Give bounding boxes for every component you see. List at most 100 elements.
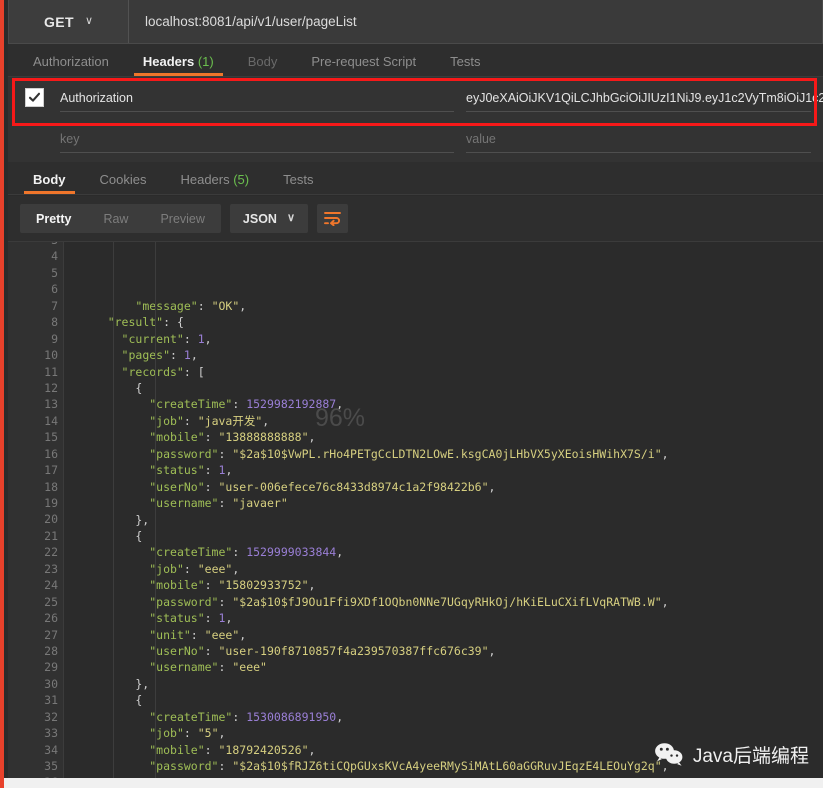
code-token [80,332,122,346]
code-token: , [219,726,226,740]
code-token: "java开发" [198,414,263,428]
view-mode-raw[interactable]: Raw [87,204,144,233]
word-wrap-toggle[interactable] [317,204,348,233]
view-mode-preview[interactable]: Preview [144,204,220,233]
line-number: 7 [8,298,63,314]
line-number: 8 [8,314,63,330]
code-token: "mobile" [149,578,204,592]
header-value-input[interactable]: eyJ0eXAiOiJKV1QiLCJhbGciOiJIUzI1NiJ9.eyJ… [466,77,823,118]
request-tab-tests[interactable]: Tests [433,55,497,76]
code-token: "current" [122,332,184,346]
code-token: : [170,348,184,362]
header-key-input[interactable]: Authorization [60,77,466,118]
response-json-code[interactable]: "message": "OK", "result": { "current": … [64,242,823,778]
http-method-selector[interactable]: GET ∨ [9,0,129,43]
line-number: 29 [8,659,63,675]
code-token: }, [80,513,149,527]
code-token [80,578,149,592]
line-number: 15 [8,429,63,445]
check-icon [28,91,41,104]
code-token: "userNo" [149,644,204,658]
line-number: 21 [8,528,63,544]
code-token: : [205,480,219,494]
code-token: "15802933752" [219,578,309,592]
code-token: }, [80,677,149,691]
code-token: , [225,463,232,477]
tab-count-badge: (5) [230,172,250,187]
code-token: { [80,529,142,543]
line-number: 4 [8,248,63,264]
code-token [80,348,122,362]
code-token [80,480,149,494]
code-token: , [239,628,246,642]
code-line: "job": "5", [80,725,823,741]
response-language-selector[interactable]: JSON ∨ [230,204,308,233]
line-number: 30 [8,676,63,692]
code-token: : [219,447,233,461]
response-view-mode-group: PrettyRawPreview [20,204,221,233]
request-tab-headers[interactable]: Headers (1) [126,55,231,76]
code-token [80,743,149,757]
response-tab-tests[interactable]: Tests [266,173,330,194]
code-line: "createTime": 1529999033844, [80,544,823,560]
code-token: : { [163,315,184,329]
code-token: , [662,447,669,461]
code-token: : [205,578,219,592]
request-url-input[interactable]: localhost:8081/api/v1/user/pageList [129,0,822,43]
response-tab-headers[interactable]: Headers (5) [163,173,266,194]
code-token: : [184,332,198,346]
code-token: : [184,726,198,740]
code-line: "password": "$2a$10$fJ9Ou1Ffi9XDf1OQbn0N… [80,594,823,610]
chevron-down-icon: ∨ [287,213,295,224]
code-token: : [ [184,365,205,379]
code-token: : [219,496,233,510]
code-token: "18792420526" [219,743,309,757]
code-token: : [219,759,233,773]
line-number: 12 [8,380,63,396]
code-line: "password": "$2a$10$fRJZ6tiCQpGUxsKVcA4y… [80,758,823,774]
code-token [80,611,149,625]
line-number: 26 [8,610,63,626]
header-row: Authorization eyJ0eXAiOiJKV1QiLCJhbGciOi… [8,77,823,118]
line-number: 31 [8,692,63,708]
request-tab-bar: AuthorizationHeaders (1)BodyPre-request … [8,44,823,77]
line-number: 25 [8,594,63,610]
request-tab-body[interactable]: Body [231,55,295,76]
code-line: "userNo": "user-190f8710857f4a239570387f… [80,643,823,659]
code-token: "mobile" [149,430,204,444]
code-token: : [184,562,198,576]
view-mode-pretty[interactable]: Pretty [20,204,87,233]
code-line: "current": 1, [80,331,823,347]
code-token: : [184,414,198,428]
response-tab-cookies[interactable]: Cookies [83,173,164,194]
line-number: 23 [8,561,63,577]
code-line: "unit": "eee", [80,627,823,643]
code-line: "message": "OK", [80,298,823,314]
line-number: 27 [8,627,63,643]
response-body-viewer[interactable]: 3456789101112131415161718192021222324252… [8,242,823,778]
code-token [80,315,108,329]
code-token: "status" [149,463,204,477]
code-token: "eee" [232,660,267,674]
code-token: "createTime" [149,545,232,559]
line-number: 32 [8,709,63,725]
code-token: 1529999033844 [246,545,336,559]
line-number: 5 [8,265,63,281]
tab-label: Headers [180,172,229,187]
response-tab-body[interactable]: Body [16,173,83,194]
request-tab-authorization[interactable]: Authorization [16,55,126,76]
code-token: , [232,562,239,576]
code-token: "createTime" [149,397,232,411]
code-token [80,644,149,658]
header-enabled-checkbox[interactable] [25,88,44,107]
code-token: "userNo" [149,480,204,494]
request-tab-pre-request-script[interactable]: Pre-request Script [294,55,433,76]
code-line: "createTime": 1530086891950, [80,709,823,725]
code-line: "status": 1, [80,462,823,478]
code-token: : [232,397,246,411]
code-token [80,397,149,411]
header-value-input-empty[interactable]: value [466,118,823,159]
header-key-input-empty[interactable]: key [60,118,466,159]
code-token: "$2a$10$fRJZ6tiCQpGUxsKVcA4yeeRMySiMAtL6… [232,759,661,773]
code-line: "job": "eee", [80,561,823,577]
